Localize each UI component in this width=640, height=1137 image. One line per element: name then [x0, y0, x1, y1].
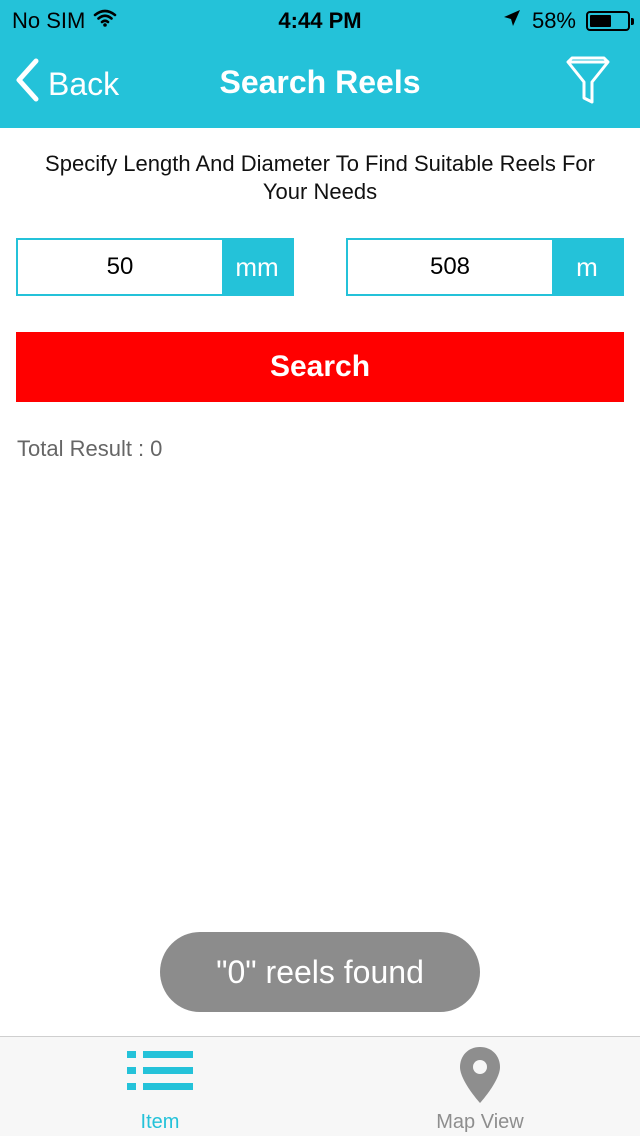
map-pin-icon — [456, 1047, 504, 1110]
length-input[interactable] — [348, 240, 552, 294]
tab-item-label: Item — [140, 1111, 180, 1133]
filter-icon — [564, 56, 612, 112]
status-bar: No SIM 4:44 PM 58% — [0, 0, 640, 40]
total-result-count: 0 — [150, 436, 163, 461]
length-field: m — [346, 238, 624, 296]
battery-percent: 58% — [531, 8, 576, 33]
toast-message: "0" reels found — [160, 932, 480, 1012]
battery-tip — [631, 18, 634, 25]
instructions-text: Specify Length And Diameter To Find Suit… — [45, 151, 595, 204]
search-button[interactable]: Search — [16, 332, 624, 402]
battery-level — [590, 15, 611, 27]
diameter-input[interactable] — [18, 240, 222, 294]
header: No SIM 4:44 PM 58% Back Search Reels — [0, 0, 640, 128]
filter-button[interactable] — [564, 56, 612, 108]
total-result-label: Total Result : — [17, 436, 145, 461]
tab-map-view-label: Map View — [436, 1111, 524, 1133]
page-title: Search Reels — [219, 64, 421, 100]
diameter-field: mm — [16, 238, 294, 296]
battery-icon — [586, 11, 634, 31]
total-result: Total Result :0 — [17, 436, 162, 462]
location-arrow-icon — [502, 8, 522, 34]
tab-item[interactable]: Item — [0, 1037, 320, 1137]
list-icon — [127, 1049, 193, 1098]
tab-map-view[interactable]: Map View — [320, 1037, 640, 1137]
length-unit: m — [552, 240, 622, 294]
diameter-unit: mm — [222, 240, 292, 294]
tab-bar: Item Map View — [0, 1036, 640, 1136]
status-right: 58% — [502, 8, 634, 34]
